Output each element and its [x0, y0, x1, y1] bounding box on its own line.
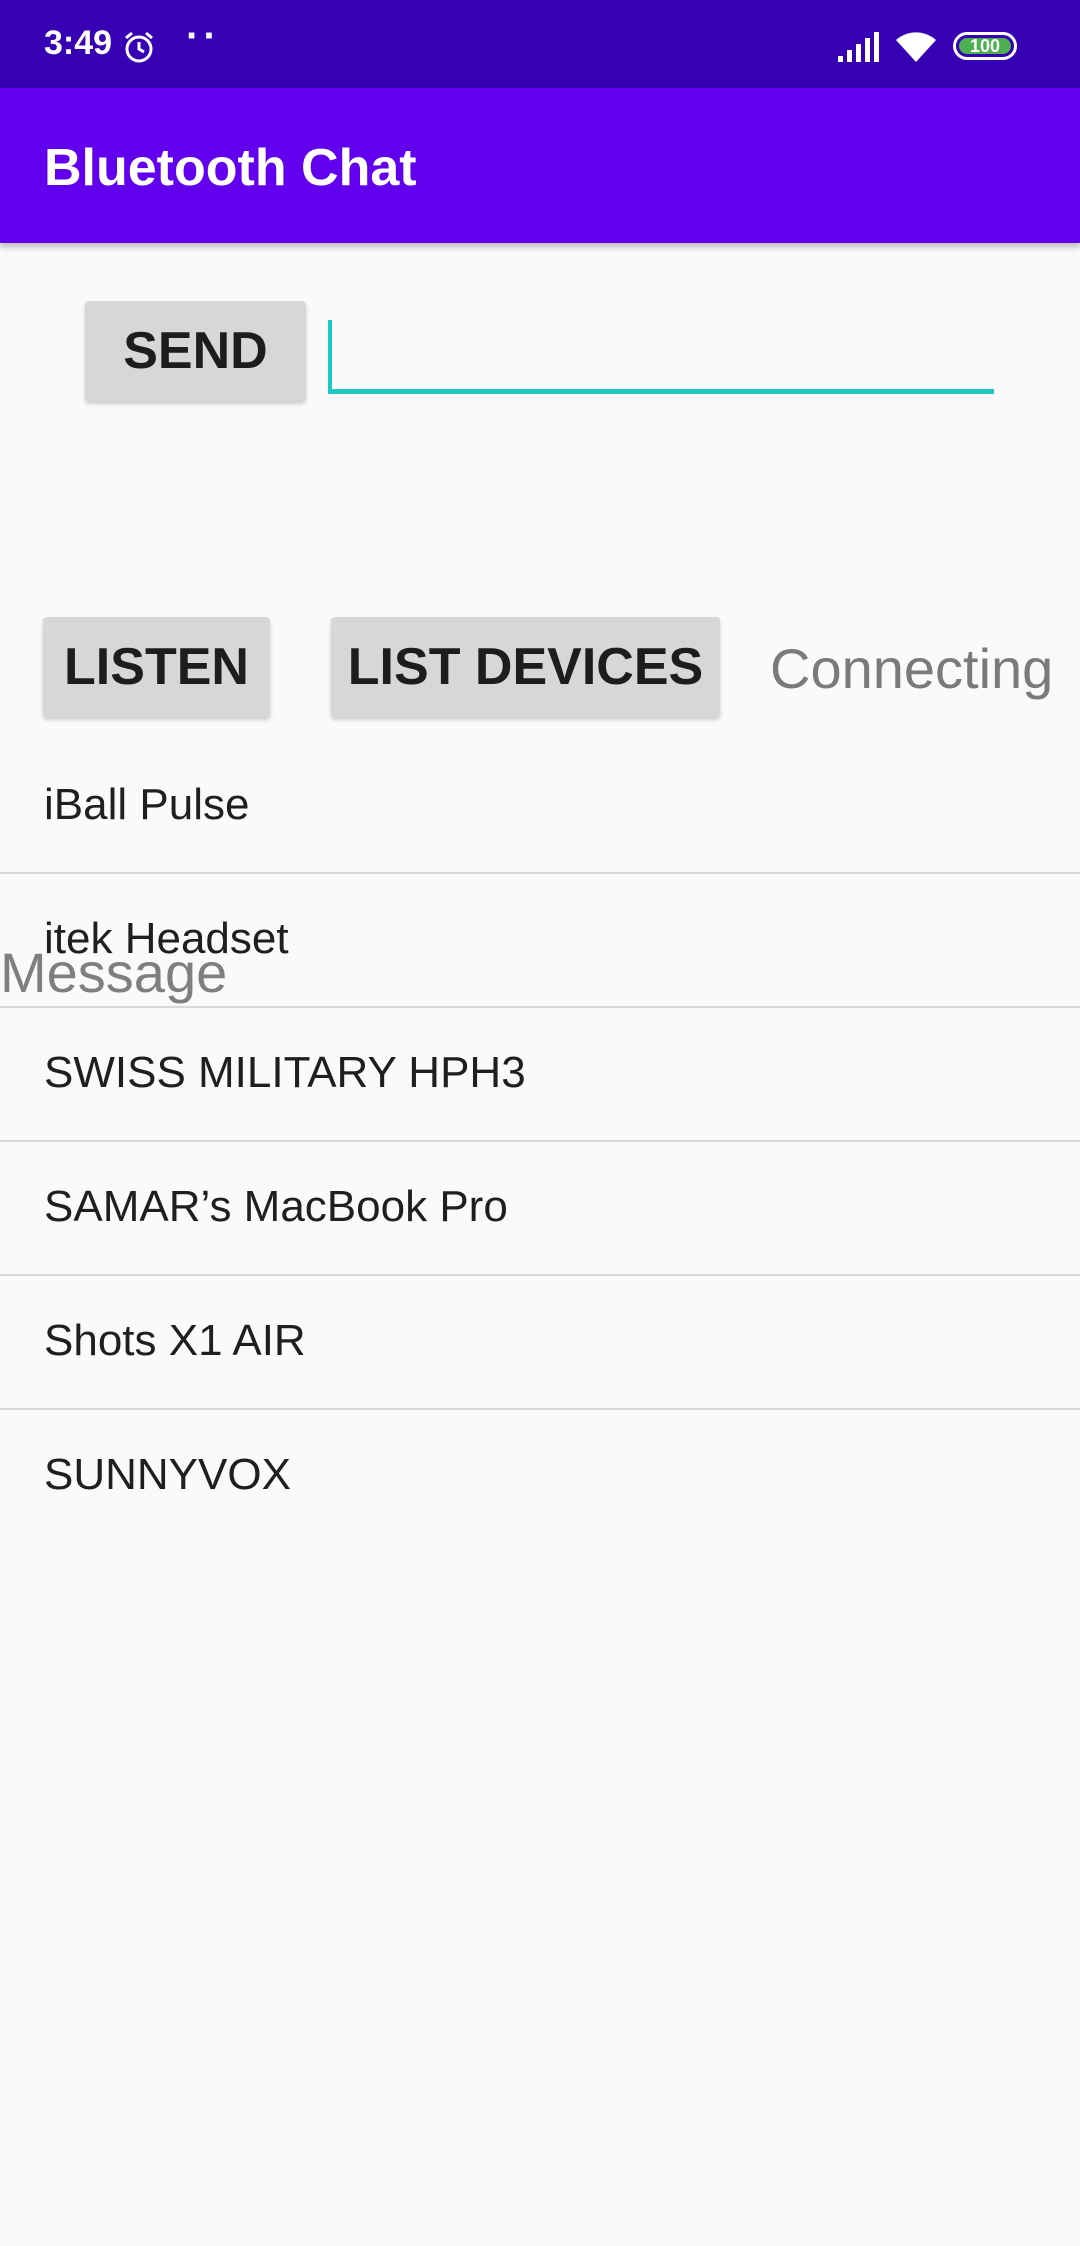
device-name: iBall Pulse	[44, 780, 250, 829]
connection-status: Connecting	[770, 637, 1054, 700]
status-time: 3:49	[44, 24, 113, 62]
wifi-icon	[896, 32, 936, 62]
app-title: Bluetooth Chat	[44, 139, 417, 197]
device-name: SUNNYVOX	[44, 1450, 291, 1499]
app-bar: Bluetooth Chat	[0, 88, 1080, 243]
listen-button[interactable]: LISTEN	[43, 617, 270, 717]
device-list-item[interactable]: iBall Pulse	[0, 740, 1080, 874]
battery-icon: 100	[953, 32, 1017, 60]
message-display-label: Message	[0, 941, 228, 1004]
device-name: SWISS MILITARY HPH3	[44, 1048, 526, 1097]
device-list-item[interactable]: Shots X1 AIR	[0, 1276, 1080, 1410]
status-bar: 3:49 ·· 100	[0, 0, 1080, 88]
device-list-item[interactable]: SUNNYVOX	[0, 1410, 1080, 1544]
signal-icon	[838, 32, 879, 62]
send-button[interactable]: SEND	[85, 301, 306, 401]
device-name: SAMAR’s MacBook Pro	[44, 1182, 508, 1231]
message-input[interactable]	[328, 320, 994, 394]
device-list: iBall Pulse itek Headset SWISS MILITARY …	[0, 740, 1080, 1544]
alarm-icon	[125, 31, 153, 63]
battery-level: 100	[959, 36, 1011, 56]
device-list-item[interactable]: SAMAR’s MacBook Pro	[0, 1142, 1080, 1276]
device-list-item[interactable]: SWISS MILITARY HPH3	[0, 1008, 1080, 1142]
list-devices-button[interactable]: LIST DEVICES	[331, 617, 720, 717]
device-name: Shots X1 AIR	[44, 1316, 306, 1365]
text-cursor	[328, 320, 332, 390]
notification-dots: ··	[186, 14, 221, 58]
